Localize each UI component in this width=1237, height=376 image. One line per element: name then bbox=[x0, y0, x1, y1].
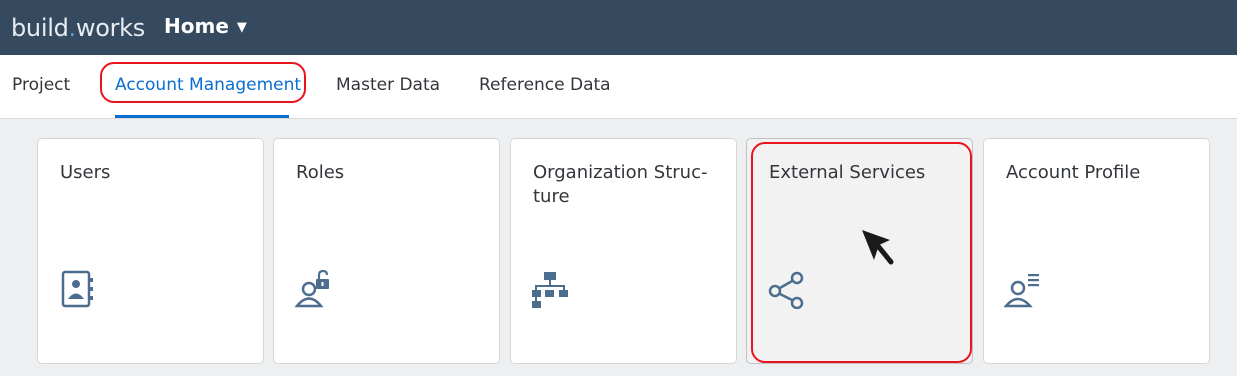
tile-title: Users bbox=[60, 162, 111, 183]
brand-dot: . bbox=[68, 14, 77, 42]
org-chart-icon bbox=[532, 272, 568, 308]
tile-title: External Services bbox=[769, 162, 926, 183]
tile-account-profile[interactable]: Account Profile bbox=[983, 138, 1210, 364]
user-profile-icon bbox=[1004, 274, 1039, 308]
tab-bar: Project Account Management Master Data R… bbox=[0, 55, 1237, 119]
tile-title: Roles bbox=[296, 162, 345, 183]
user-unlock-icon bbox=[294, 269, 329, 308]
tile-users[interactable]: Users bbox=[37, 138, 264, 364]
tab-master-data[interactable]: Master Data bbox=[336, 75, 440, 95]
tab-reference-data[interactable]: Reference Data bbox=[479, 75, 611, 95]
tile-organization-structure[interactable]: Organization Struc- ture bbox=[510, 138, 737, 364]
tab-project[interactable]: Project bbox=[12, 75, 70, 95]
brand-text-part1: build bbox=[11, 14, 69, 42]
home-menu-button[interactable]: Home ▼ bbox=[164, 14, 247, 38]
share-icon bbox=[768, 271, 804, 309]
mouse-pointer-icon bbox=[862, 230, 894, 265]
tile-title: Organization Struc- ture bbox=[533, 162, 708, 207]
app-logo[interactable]: build.works bbox=[11, 14, 145, 42]
brand-text-part2: works bbox=[75, 14, 145, 42]
home-menu-label: Home bbox=[164, 14, 229, 38]
active-tab-indicator bbox=[115, 115, 289, 118]
tile-title: Account Profile bbox=[1006, 162, 1141, 183]
tile-roles[interactable]: Roles bbox=[273, 138, 500, 364]
address-book-icon bbox=[61, 270, 93, 308]
shell-bar: build.works Home ▼ bbox=[0, 0, 1237, 55]
caret-down-icon: ▼ bbox=[236, 19, 247, 35]
tab-account-management[interactable]: Account Management bbox=[115, 75, 301, 95]
